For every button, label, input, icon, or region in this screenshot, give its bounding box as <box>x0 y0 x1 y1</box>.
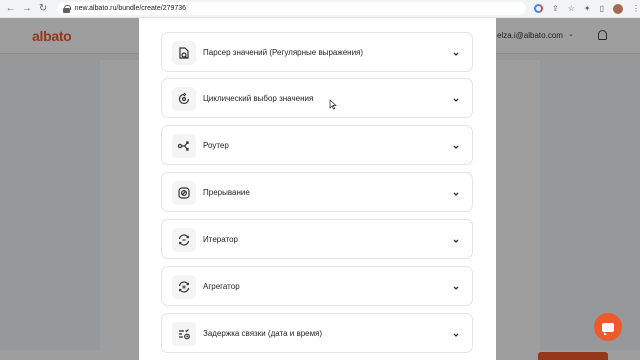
tool-item-delay[interactable]: Задержка связки (дата и время) <box>161 313 473 353</box>
chat-bubble-icon <box>602 322 614 335</box>
sidepanel-icon[interactable]: ▯ <box>600 4 604 13</box>
mouse-cursor-icon <box>329 99 337 110</box>
lock-icon <box>62 4 71 13</box>
tool-item-label: Роутер <box>203 141 229 150</box>
reload-icon[interactable]: ↻ <box>38 3 49 15</box>
chevron-down-icon[interactable] <box>451 280 461 290</box>
tool-item-router[interactable]: Роутер <box>161 125 473 165</box>
tool-item-label: Циклический выбор значения <box>203 94 314 103</box>
tool-item-label: Задержка связки (дата и время) <box>203 329 323 338</box>
chevron-down-icon[interactable] <box>451 92 461 102</box>
iterator-icon <box>172 228 196 252</box>
star-icon[interactable]: ☆ <box>568 4 575 13</box>
tool-item-label: Итератор <box>203 235 238 244</box>
extensions-area: ⇪ ☆ ✦ ▯ ⋮ <box>534 3 640 14</box>
cyclic-select-icon <box>172 87 196 111</box>
delay-icon <box>172 322 196 346</box>
aggregator-icon <box>172 275 196 299</box>
back-icon[interactable]: ← <box>5 3 16 15</box>
chevron-down-icon[interactable] <box>451 327 461 337</box>
tool-item-label: Агрегатор <box>203 282 240 291</box>
regex-parser-icon <box>172 41 196 65</box>
tool-item-regex-parser[interactable]: Парсер значений (Регулярные выражения) <box>161 32 473 72</box>
profile-avatar[interactable] <box>612 3 623 14</box>
forward-icon[interactable]: → <box>21 3 32 15</box>
extension-icon[interactable]: ✦ <box>584 4 591 13</box>
browser-toolbar: ← → ↻ new.albato.ru/bundle/create/279736… <box>0 0 640 18</box>
tool-item-label: Прерывание <box>203 188 250 197</box>
tool-item-iterator[interactable]: Итератор <box>161 219 473 259</box>
chevron-down-icon[interactable] <box>451 139 461 149</box>
tool-item-cyclic-select[interactable]: Циклический выбор значения <box>161 78 473 118</box>
tool-item-label: Парсер значений (Регулярные выражения) <box>203 48 364 57</box>
chevron-down-icon[interactable] <box>451 233 461 243</box>
tools-modal: Парсер значений (Регулярные выражения) Ц… <box>139 18 496 360</box>
tool-item-interrupt[interactable]: Прерывание <box>161 172 473 212</box>
tool-item-aggregator[interactable]: Агрегатор <box>161 266 473 306</box>
chevron-down-icon[interactable] <box>451 46 461 56</box>
router-icon <box>172 134 196 158</box>
menu-icon[interactable]: ⋮ <box>632 4 640 13</box>
address-bar[interactable]: new.albato.ru/bundle/create/279736 <box>56 2 526 15</box>
url-text: new.albato.ru/bundle/create/279736 <box>74 5 187 12</box>
google-icon[interactable] <box>534 4 543 13</box>
chevron-down-icon[interactable] <box>451 186 461 196</box>
share-icon[interactable]: ⇪ <box>552 4 559 13</box>
chat-support-button[interactable] <box>594 313 622 341</box>
interrupt-icon <box>172 181 196 205</box>
